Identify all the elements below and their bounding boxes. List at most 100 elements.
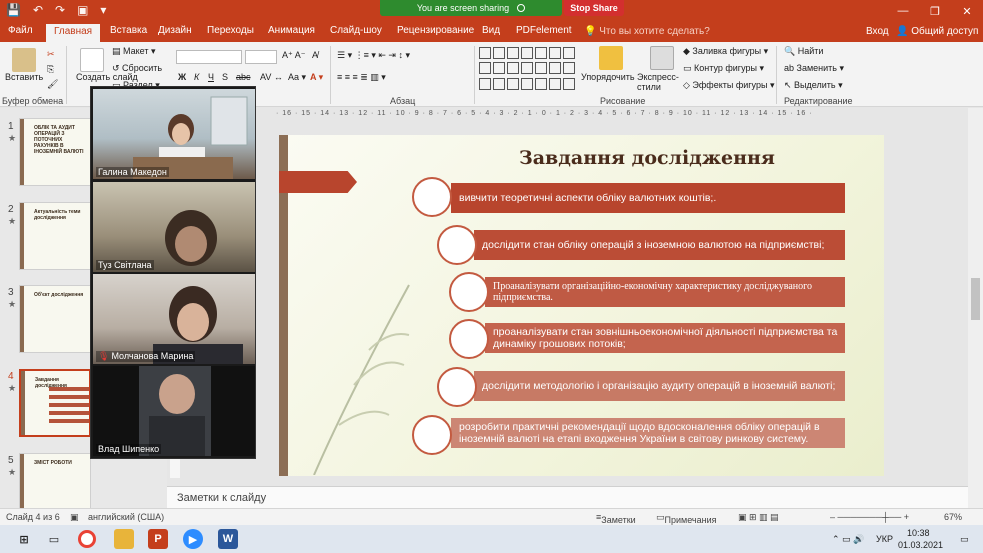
slide-decor-arrow: [279, 171, 357, 193]
tab-file[interactable]: Файл: [8, 25, 33, 36]
select-button[interactable]: ↖ Выделить ▾: [784, 80, 843, 91]
video-tile[interactable]: Влад Шипенко: [93, 366, 255, 456]
replace-button[interactable]: ab Заменить ▾: [784, 63, 844, 74]
stop-share-button[interactable]: Stop Share: [564, 0, 624, 16]
word-icon[interactable]: W: [218, 529, 238, 549]
slide-thumbnail[interactable]: Об'єкт дослідження: [19, 285, 91, 353]
video-tile[interactable]: Туз Світлана: [93, 182, 255, 272]
video-tile[interactable]: 🎙 Молчанова Марина: [93, 274, 255, 364]
customize-qat-icon[interactable]: ▾: [100, 3, 106, 17]
thumbnail-title: Об'єкт дослідження: [34, 292, 84, 298]
windows-taskbar: ⊞ ▭ P ▶ W ⌃ ▭ 🔊 УКР 10:38 01.03.2021 ▭: [0, 525, 983, 553]
clear-format-icon[interactable]: A̸: [312, 50, 318, 60]
notes-toggle[interactable]: ≡ Заметки: [596, 512, 636, 525]
italic-button[interactable]: К: [194, 72, 199, 82]
chrome-icon[interactable]: [78, 530, 96, 548]
tab-transitions[interactable]: Переходы: [207, 25, 254, 36]
case-icon[interactable]: Aa ▾: [288, 72, 306, 83]
find-button[interactable]: 🔍 Найти: [784, 46, 823, 57]
tab-view[interactable]: Вид: [482, 25, 500, 36]
task-item[interactable]: Проаналізувати організаційно-економічну …: [485, 277, 845, 307]
zoom-icon[interactable]: ▶: [183, 529, 203, 549]
spacing-icon[interactable]: AV ↔: [260, 72, 283, 82]
clock-time[interactable]: 10:38: [907, 528, 930, 538]
shape-effects-button[interactable]: ◇ Эффекты фигуры ▾: [683, 80, 774, 91]
minimize-icon[interactable]: —: [887, 0, 919, 22]
shadow-button[interactable]: S: [222, 72, 228, 82]
bullet-circle-icon: [437, 367, 477, 407]
slide-title[interactable]: Завдання дослідження: [519, 147, 775, 169]
present-icon[interactable]: ▣: [77, 3, 88, 17]
task-item[interactable]: дослідити стан обліку операцій з іноземн…: [474, 230, 845, 260]
video-tile[interactable]: Галина Македон: [93, 89, 255, 179]
bullets-icon[interactable]: ☰ ▾ ⋮≡ ▾ ⇤ ⇥ ↕ ▾: [337, 50, 410, 61]
keyboard-language[interactable]: УКР: [876, 534, 893, 544]
copy-icon[interactable]: ⎘: [47, 64, 54, 75]
bullet-circle-icon: [449, 272, 489, 312]
notes-pane[interactable]: Заметки к слайду: [167, 486, 968, 508]
slide-thumbnail[interactable]: ОБЛІК ТА АУДИТ ОПЕРАЦІЙ З ПОТОЧНИХ РАХУН…: [19, 118, 91, 186]
login-link[interactable]: Вход: [866, 26, 889, 37]
quick-styles-icon[interactable]: [650, 46, 674, 70]
quick-styles-button[interactable]: Экспресс-стили: [637, 72, 679, 93]
cut-icon[interactable]: ✂: [47, 49, 55, 60]
format-painter-icon[interactable]: 🖌: [47, 79, 58, 90]
sharing-status-icon[interactable]: [517, 4, 526, 12]
tab-slideshow[interactable]: Слайд-шоу: [330, 25, 382, 36]
strikethrough-button[interactable]: abc: [236, 72, 251, 82]
font-name-field[interactable]: [176, 50, 242, 64]
shape-fill-button[interactable]: ◆ Заливка фигуры ▾: [683, 46, 768, 57]
scrollbar-thumb[interactable]: [971, 278, 980, 320]
task-view-icon[interactable]: ▭: [44, 529, 64, 549]
language-indicator[interactable]: английский (США): [88, 512, 164, 522]
spellcheck-icon[interactable]: ▣: [70, 512, 79, 523]
zoom-level[interactable]: 67%: [944, 512, 962, 522]
zoom-slider[interactable]: – ───────┼── +: [830, 512, 909, 522]
layout-button[interactable]: ▤ Макет ▾: [112, 46, 156, 57]
task-item[interactable]: вивчити теоретичні аспекти обліку валютн…: [451, 183, 845, 213]
task-item[interactable]: проаналізувати стан зовнішньоекономічної…: [485, 323, 845, 353]
notifications-icon[interactable]: ▭: [960, 534, 969, 545]
shape-outline-button[interactable]: ▭ Контур фигуры ▾: [683, 63, 764, 74]
task-item[interactable]: дослідити методологію і організацію ауди…: [474, 371, 845, 401]
start-windows-icon[interactable]: ⊞: [14, 529, 34, 549]
tab-animation[interactable]: Анимация: [268, 25, 315, 36]
clock-date[interactable]: 01.03.2021: [898, 540, 943, 550]
grow-font-icon[interactable]: A⁺ A⁻: [282, 50, 306, 61]
align-icons[interactable]: ≡ ≡ ≡ ≣ ▥ ▾: [337, 72, 386, 83]
slide-thumbnail[interactable]: Актуальність теми дослідження: [19, 202, 91, 270]
vertical-scrollbar[interactable]: [968, 108, 983, 508]
bold-button[interactable]: Ж: [178, 72, 186, 82]
reset-button[interactable]: ↺ Сбросить: [112, 63, 162, 74]
normal-view-icon[interactable]: ▣ ⊞ ▥ ▤: [738, 512, 779, 523]
font-size-field[interactable]: [245, 50, 277, 64]
redo-icon[interactable]: ↷: [55, 3, 65, 17]
paste-icon[interactable]: [12, 48, 36, 72]
undo-icon[interactable]: ↶: [33, 3, 43, 17]
restore-icon[interactable]: ❐: [919, 0, 951, 22]
arrange-icon[interactable]: [599, 46, 623, 70]
save-icon[interactable]: 💾: [6, 3, 21, 17]
new-slide-icon[interactable]: [80, 48, 104, 72]
font-color-icon[interactable]: A ▾: [310, 72, 323, 83]
participant-video-icon: [165, 210, 217, 266]
close-icon[interactable]: ✕: [951, 0, 983, 22]
tell-me-search[interactable]: 💡 Что вы хотите сделать?: [584, 26, 710, 37]
comments-toggle[interactable]: ▭ Примечания: [656, 512, 716, 525]
file-explorer-icon[interactable]: [114, 529, 134, 549]
tab-pdfelement[interactable]: PDFelement: [516, 25, 572, 36]
powerpoint-icon[interactable]: P: [148, 529, 168, 549]
slide-canvas[interactable]: Завдання дослідження вивчити теоретичні …: [279, 135, 884, 476]
shapes-gallery[interactable]: [479, 47, 579, 91]
arrange-button[interactable]: Упорядочить: [581, 72, 635, 82]
slide-thumbnail-current[interactable]: Завдання дослідження: [19, 369, 91, 437]
tab-design[interactable]: Дизайн: [158, 25, 192, 36]
system-tray-icons[interactable]: ⌃ ▭ 🔊: [832, 534, 864, 545]
tab-review[interactable]: Рецензирование: [397, 25, 474, 36]
underline-button[interactable]: Ч: [208, 72, 214, 82]
paste-button[interactable]: Вставить: [5, 72, 43, 82]
share-button[interactable]: 👤 Общий доступ: [896, 26, 978, 37]
tab-home[interactable]: Главная: [46, 24, 101, 42]
tab-insert[interactable]: Вставка: [110, 25, 147, 36]
task-item[interactable]: розробити практичні рекомендації щодо вд…: [451, 418, 845, 448]
